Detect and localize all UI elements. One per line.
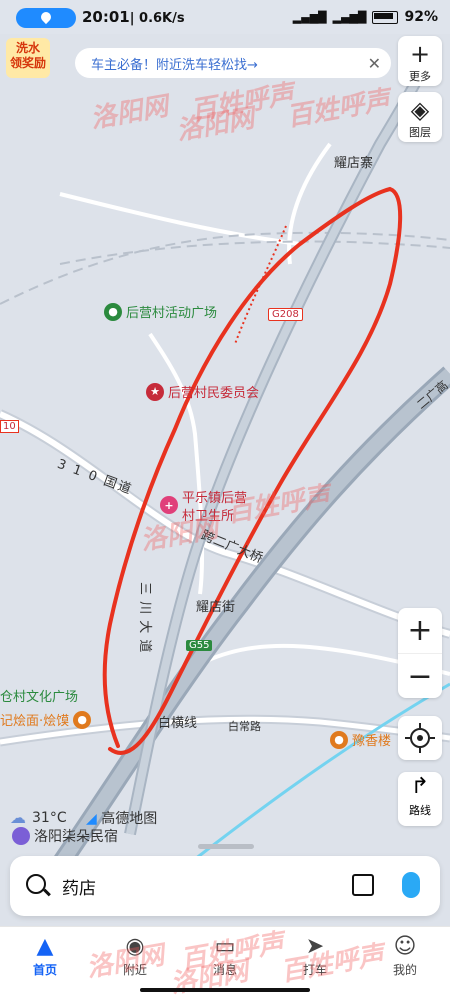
- cloud-icon: ☁: [10, 808, 26, 827]
- search-bar: [10, 856, 440, 916]
- status-time: 20:01| 0.6K/s: [82, 8, 185, 26]
- battery-icon: [372, 10, 399, 24]
- voice-assistant-icon[interactable]: [402, 872, 420, 898]
- road-label-baichang: 白常路: [228, 720, 261, 733]
- route-button[interactable]: ↱ 路线: [398, 772, 442, 826]
- road-label-yaodianjie: 耀店街: [196, 600, 236, 615]
- brand-logo: ◢ 高德地图: [86, 811, 158, 827]
- restaurant-icon-2: ●: [330, 730, 348, 749]
- taxi-icon: ➤: [305, 934, 325, 959]
- layers-icon: ◈: [410, 96, 430, 124]
- promo-badge[interactable]: 洗水 领奖励: [6, 38, 50, 78]
- location-indicator-icon: [16, 8, 76, 28]
- road-shield-g55: G55: [186, 640, 213, 651]
- poi-culture-square[interactable]: 仓村文化广场: [0, 686, 78, 705]
- poi-clinic[interactable]: + 平乐镇后营 村卫生所: [160, 490, 247, 526]
- locate-icon: [405, 723, 435, 753]
- tab-nearby[interactable]: ◉ 附近: [95, 933, 175, 978]
- road-shield-g208: G208: [268, 308, 303, 321]
- search-input[interactable]: [60, 872, 314, 900]
- plus-icon: +: [409, 40, 431, 68]
- home-icon: ▲: [36, 934, 54, 959]
- close-icon[interactable]: ✕: [368, 54, 381, 73]
- search-icon: [26, 874, 46, 894]
- location-pin-icon: ◉: [125, 934, 145, 959]
- scan-icon[interactable]: [352, 874, 374, 896]
- system-nav-bar[interactable]: [140, 988, 310, 992]
- weather-widget: ☁ 31°C: [10, 808, 67, 827]
- drawer-handle[interactable]: [198, 844, 254, 849]
- restaurant-icon: ●: [73, 710, 92, 729]
- tab-home[interactable]: ▲ 首页: [5, 933, 85, 978]
- layers-button[interactable]: ◈ 图层: [398, 92, 442, 142]
- profile-icon: ☺: [393, 934, 417, 959]
- locate-button[interactable]: [398, 716, 442, 760]
- poi-houying-square[interactable]: ● 后营村活动广场: [104, 302, 217, 321]
- tab-taxi[interactable]: ➤ 打车: [275, 933, 355, 978]
- poi-houying-committee[interactable]: ★ 后营村民委员会: [146, 382, 259, 401]
- tab-profile[interactable]: ☺ 我的: [365, 933, 445, 978]
- tab-messages[interactable]: ▭ 消息: [185, 933, 265, 978]
- route-arrow-icon: ↱: [410, 774, 430, 799]
- road-label-sanchuan: 三 川 大 道: [137, 582, 152, 654]
- message-icon: ▭: [214, 934, 236, 959]
- poi-noodle-shop[interactable]: 记烩面·烩馍 ●: [0, 710, 92, 729]
- map-label-yaodianzhai: 耀店寨: [334, 156, 374, 171]
- hotel-icon: [12, 827, 30, 845]
- zoom-out-button[interactable]: −: [398, 654, 442, 699]
- road-shield-10: 10: [0, 420, 19, 433]
- amap-logo-icon: ◢: [86, 811, 97, 827]
- clinic-icon: +: [160, 496, 178, 514]
- signal-icon: ▂▄▆█: [292, 10, 327, 24]
- road-label-baiheng: 白横线: [158, 716, 198, 731]
- car-wash-banner[interactable]: 车主必备！附近洗车轻松找→ ✕: [75, 48, 391, 78]
- poi-yuxiang[interactable]: ● 豫香楼: [330, 730, 391, 749]
- more-button[interactable]: + 更多: [398, 36, 442, 86]
- government-icon: ★: [146, 382, 164, 401]
- square-icon: ●: [104, 302, 122, 321]
- status-bar: 20:01| 0.6K/s ▂▄▆█ ▂▄▆█ 92%: [0, 0, 450, 34]
- zoom-in-button[interactable]: +: [398, 608, 442, 654]
- poi-homestay[interactable]: 洛阳柒朵民宿: [12, 826, 118, 846]
- signal-icon-2: ▂▄▆█: [332, 10, 367, 24]
- battery-percent: 92%: [404, 9, 438, 25]
- zoom-control: + −: [398, 608, 442, 698]
- status-right: ▂▄▆█ ▂▄▆█ 92%: [293, 9, 438, 25]
